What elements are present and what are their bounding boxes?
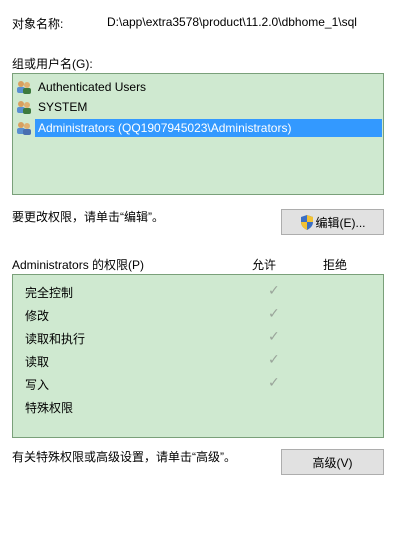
group-user-label: 组或用户名(G): [12, 57, 93, 71]
permission-name: 读取 [25, 355, 50, 369]
permission-row: 写入 ✓ [25, 374, 365, 394]
users-icon [17, 80, 31, 94]
permission-row: 读取 ✓ [25, 351, 365, 371]
list-item-administrators[interactable]: Administrators (QQ1907945023\Administrat… [16, 118, 382, 137]
allow-column-header: 允许 [252, 258, 277, 272]
group-user-list[interactable]: Authenticated Users SYSTEM Administrator… [12, 73, 384, 195]
permissions-list: 完全控制 ✓ 修改 ✓ 读取和执行 ✓ 读取 ✓ 写入 ✓ 特殊权限 [12, 274, 384, 438]
shield-icon [300, 214, 313, 230]
permission-name: 特殊权限 [25, 401, 74, 415]
users-icon [17, 121, 31, 135]
user-name: SYSTEM [38, 99, 88, 114]
user-name: Authenticated Users [38, 79, 147, 94]
permission-name: 修改 [25, 309, 50, 323]
permissions-header: Administrators 的权限(P) [12, 258, 145, 272]
permission-name: 读取和执行 [25, 332, 86, 346]
permission-row: 完全控制 ✓ [25, 282, 365, 302]
edit-button[interactable]: 编辑(E)... [281, 209, 384, 235]
edit-button-label: 编辑(E)... [315, 215, 366, 230]
object-path: D:\app\extra3578\product\11.2.0\dbhome_1… [107, 15, 357, 29]
advanced-button[interactable]: 高级(V) [281, 449, 384, 475]
object-name-label: 对象名称: [12, 17, 64, 31]
permission-row: 特殊权限 [25, 397, 365, 417]
deny-column-header: 拒绝 [323, 258, 348, 272]
allow-check-icon: ✓ [268, 305, 280, 321]
list-item-system[interactable]: SYSTEM [16, 97, 382, 116]
allow-check-icon: ✓ [268, 328, 280, 344]
permission-row: 修改 ✓ [25, 305, 365, 325]
allow-check-icon: ✓ [268, 282, 280, 298]
advanced-hint: 有关特殊权限或高级设置，请单击“高级”。 [12, 450, 236, 464]
permission-name: 完全控制 [25, 286, 74, 300]
allow-check-icon: ✓ [268, 351, 280, 367]
users-icon [17, 100, 31, 114]
change-permissions-hint: 要更改权限，请单击“编辑”。 [12, 210, 164, 224]
list-item-authenticated-users[interactable]: Authenticated Users [16, 77, 382, 96]
user-name: Administrators (QQ1907945023\Administrat… [35, 118, 382, 137]
permission-name: 写入 [25, 378, 50, 392]
permission-row: 读取和执行 ✓ [25, 328, 365, 348]
allow-check-icon: ✓ [268, 374, 280, 390]
